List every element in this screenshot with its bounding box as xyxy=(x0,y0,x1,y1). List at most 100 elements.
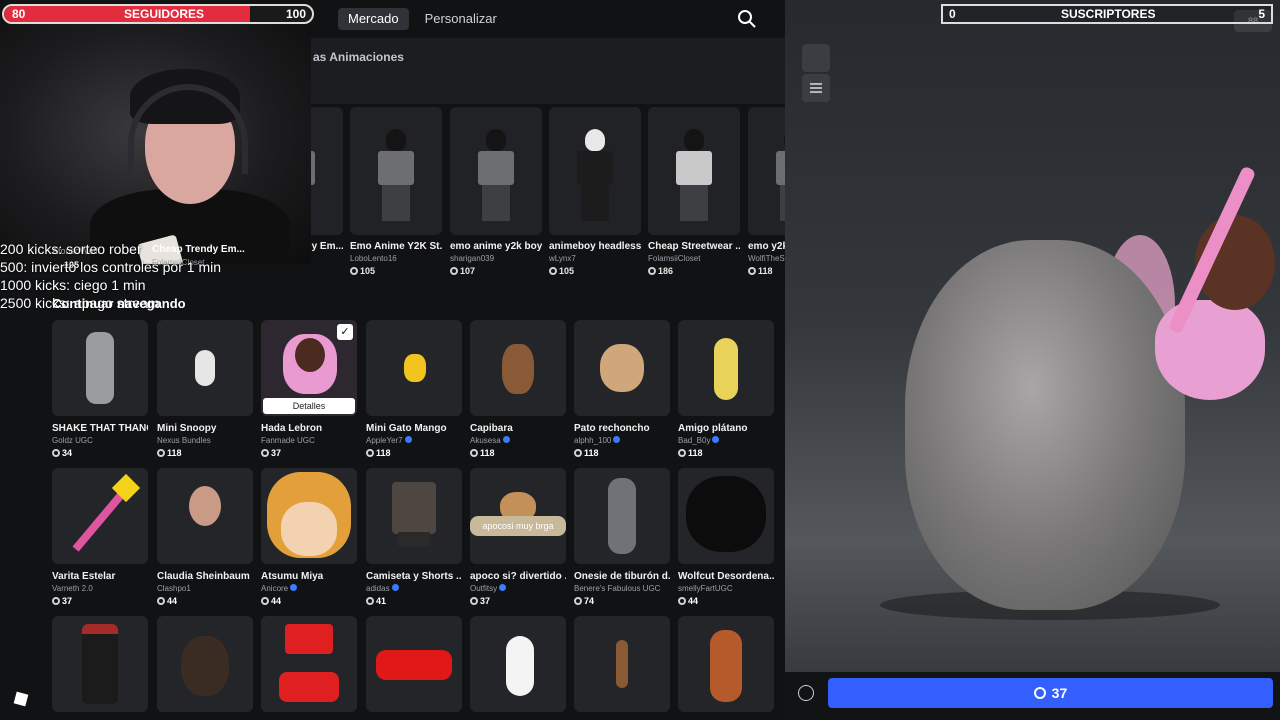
bundle-card[interactable]: animeboy headless wLynx7 105 xyxy=(549,107,641,276)
item-price: 118 xyxy=(574,448,670,458)
item-thumbnail xyxy=(261,468,357,564)
followers-label: SEGUIDORES xyxy=(124,7,205,21)
screen: 88 37 Mercado Personalizar as Animacione… xyxy=(0,0,1280,720)
item-card[interactable]: Mini Snoopy Nexus Bundles 118 xyxy=(157,320,253,458)
bundle-thumbnail xyxy=(311,107,343,235)
speech-bubble: apocosi muy brga xyxy=(470,516,566,536)
continue-browsing-heading: Continuar navegando xyxy=(52,296,186,311)
item-card[interactable]: ✓ Detalles Hada Lebron Fanmade UGC 37 xyxy=(261,320,357,458)
item-card[interactable] xyxy=(574,616,670,712)
bundle-name: emo y2k xyxy=(748,241,785,252)
item-price: 44 xyxy=(261,596,357,606)
item-thumbnail xyxy=(470,616,566,712)
item-name: Wolfcut Desordena... xyxy=(678,571,774,582)
item-thumbnail xyxy=(574,616,670,712)
item-thumbnail xyxy=(366,468,462,564)
tab-mercado[interactable]: Mercado xyxy=(338,8,409,30)
item-card[interactable] xyxy=(678,616,774,712)
item-thumbnail: apocosi muy brga xyxy=(470,468,566,564)
item-card[interactable]: Wolfcut Desordena... smellyFartUGC 44 xyxy=(678,468,774,606)
item-card[interactable] xyxy=(157,616,253,712)
bundle-card[interactable]: emo y2k WolfiTheS 118 xyxy=(748,107,785,276)
fairy-dress xyxy=(1155,300,1265,400)
item-card[interactable]: Pato rechoncho alphh_100 118 xyxy=(574,320,670,458)
item-thumbnail xyxy=(678,320,774,416)
avatar-bundles-row: Cheap Trendy Em... FolamsiiCloset 186 Em… xyxy=(311,107,785,287)
item-price: 41 xyxy=(366,596,462,606)
item-name: SHAKE THAT THANG xyxy=(52,423,148,434)
bundle-price: 186 xyxy=(648,266,740,276)
category-subtabs xyxy=(311,38,785,104)
item-card[interactable]: Varita Estelar Varneth 2.0 37 xyxy=(52,468,148,606)
bundle-card[interactable]: emo anime y2k boy sharigan039 107 xyxy=(450,107,542,276)
bundle-card[interactable]: Emo Anime Y2K St... LoboLento16 105 xyxy=(350,107,442,276)
item-creator: Outfitsy xyxy=(470,584,566,593)
item-card[interactable]: Capibara Akusesa 118 xyxy=(470,320,566,458)
item-card[interactable]: Camiseta y Shorts ... adidas 41 xyxy=(366,468,462,606)
more-options-icon[interactable] xyxy=(798,685,814,701)
bundle-card[interactable]: Cheap Streetwear ... FolamsiiCloset 186 xyxy=(648,107,740,276)
details-button[interactable]: Detalles xyxy=(263,398,355,414)
bundle-name: Cheap Trendy Em... xyxy=(311,241,343,252)
item-card[interactable]: Mini Gato Mango AppleYer7 118 xyxy=(366,320,462,458)
bundle-card[interactable]: Cheap Trendy Em... FolamsiiCloset 186 xyxy=(311,107,343,276)
item-creator: Bad_B0y xyxy=(678,436,774,445)
item-card[interactable]: apocosi muy brga apoco si? divertido ...… xyxy=(470,468,566,606)
item-card[interactable]: Atsumu Miya Anicore 44 xyxy=(261,468,357,606)
kick-goal-line: 200 kicks: sorteo rober xyxy=(0,241,142,257)
bundle-thumbnail xyxy=(350,107,442,235)
item-name: Mini Snoopy xyxy=(157,423,217,434)
buy-button[interactable]: 37 xyxy=(828,678,1273,708)
tab-personalizar[interactable]: Personalizar xyxy=(415,8,507,30)
item-card[interactable]: Amigo plátano Bad_B0y 118 xyxy=(678,320,774,458)
bundle-creator: WolfiTheS xyxy=(748,254,785,263)
bundle-price: 105 xyxy=(350,266,442,276)
item-card[interactable] xyxy=(261,616,357,712)
item-name: Camiseta y Shorts ... xyxy=(366,571,462,582)
bundle-name: Cheap Streetwear ... xyxy=(648,241,740,252)
thumbnail-toggle-button[interactable] xyxy=(802,44,830,72)
settings-sliders-button[interactable] xyxy=(802,74,830,102)
item-price: 37 xyxy=(52,596,148,606)
bundle-thumbnail xyxy=(450,107,542,235)
streamer-webcam xyxy=(0,24,311,264)
item-name: Capibara xyxy=(470,423,513,434)
bundle-thumbnail xyxy=(549,107,641,235)
buy-price: 37 xyxy=(1051,685,1068,701)
item-price: 118 xyxy=(470,448,566,458)
bundle-price: 107 xyxy=(450,266,542,276)
bundle-name: Emo Anime Y2K St... xyxy=(350,241,442,252)
subscribers-current: 0 xyxy=(949,7,956,21)
bundle-creator: FolamsiiCloset xyxy=(648,254,701,263)
item-thumbnail xyxy=(157,616,253,712)
bundle-thumbnail xyxy=(748,107,785,235)
item-card[interactable] xyxy=(366,616,462,712)
item-price: 74 xyxy=(574,596,670,606)
subscribers-goal-bar: 0 SUSCRIPTORES 5 xyxy=(941,4,1273,24)
item-card[interactable] xyxy=(470,616,566,712)
item-thumbnail xyxy=(574,468,670,564)
item-name: Claudia Sheinbaum xyxy=(157,571,250,582)
item-thumbnail xyxy=(678,616,774,712)
bundle-creator: sharigan039 xyxy=(450,254,495,263)
item-card[interactable]: SHAKE THAT THANG Goldz UGC 34 xyxy=(52,320,148,458)
item-creator: alphh_100 xyxy=(574,436,670,445)
subtab-animaciones[interactable]: as Animaciones xyxy=(313,50,404,64)
item-thumbnail xyxy=(366,320,462,416)
item-creator: smellyFartUGC xyxy=(678,584,733,593)
item-name: Pato rechoncho xyxy=(574,423,650,434)
bundle-thumbnail xyxy=(648,107,740,235)
item-creator: Akusesa xyxy=(470,436,566,445)
item-card[interactable]: Claudia Sheinbaum Clashpo1 44 xyxy=(157,468,253,606)
sliders-icon xyxy=(810,83,822,93)
item-thumbnail xyxy=(157,320,253,416)
search-icon[interactable] xyxy=(737,9,757,29)
item-price: 34 xyxy=(52,448,148,458)
item-card[interactable]: Onesie de tiburón d... Benere's Fabulous… xyxy=(574,468,670,606)
item-creator: Clashpo1 xyxy=(157,584,191,593)
kick-goal-line: 1000 kicks: ciego 1 min xyxy=(0,277,146,293)
item-creator: Fanmade UGC xyxy=(261,436,315,445)
item-price: 118 xyxy=(366,448,462,458)
item-name: Varita Estelar xyxy=(52,571,116,582)
item-card[interactable] xyxy=(52,616,148,712)
